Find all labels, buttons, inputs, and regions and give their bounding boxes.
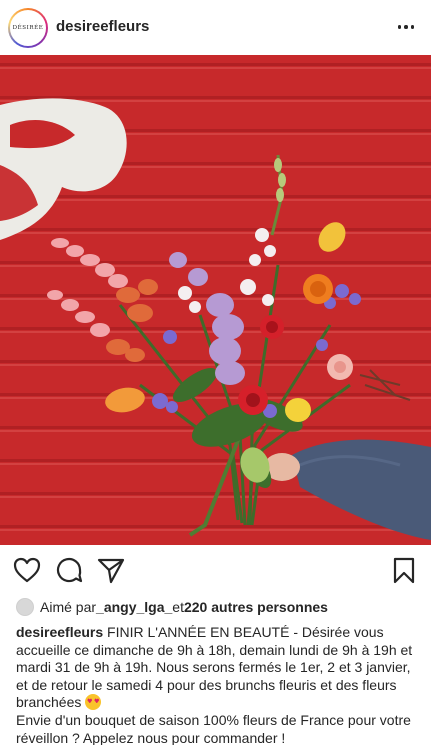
liker-username[interactable]: _angy_lga_ — [96, 599, 172, 615]
heart-icon[interactable] — [12, 555, 42, 585]
heart-eyes-emoji-icon — [85, 694, 102, 711]
caption-username[interactable]: desireefleurs — [16, 624, 103, 640]
paper-plane-icon[interactable] — [96, 555, 126, 585]
more-options-icon[interactable] — [395, 16, 417, 38]
likes-middle: et — [172, 599, 184, 615]
action-bar — [0, 551, 431, 589]
post-header: DÉSIRÉE desireefleurs — [0, 0, 431, 55]
avatar-logo-text: DÉSIRÉE — [12, 12, 44, 44]
comment-icon[interactable] — [54, 555, 84, 585]
likes-prefix: Aimé par — [40, 599, 97, 615]
post-username[interactable]: desireefleurs — [56, 18, 149, 35]
caption-text-2: Envie d'un bouquet de saison 100% fleurs… — [16, 711, 411, 745]
bouquet-photo — [0, 55, 431, 545]
likes-others-count[interactable]: 220 autres personnes — [184, 599, 328, 615]
likes-summary[interactable]: Aimé par _angy_lga_ et 220 autres person… — [16, 597, 328, 617]
liker-avatar — [16, 598, 34, 616]
bookmark-icon[interactable] — [389, 555, 419, 585]
avatar[interactable]: DÉSIRÉE — [8, 8, 48, 48]
post-caption: desireefleurs FINIR L'ANNÉE EN BEAUTÉ - … — [16, 624, 420, 745]
post-image[interactable] — [0, 55, 431, 545]
